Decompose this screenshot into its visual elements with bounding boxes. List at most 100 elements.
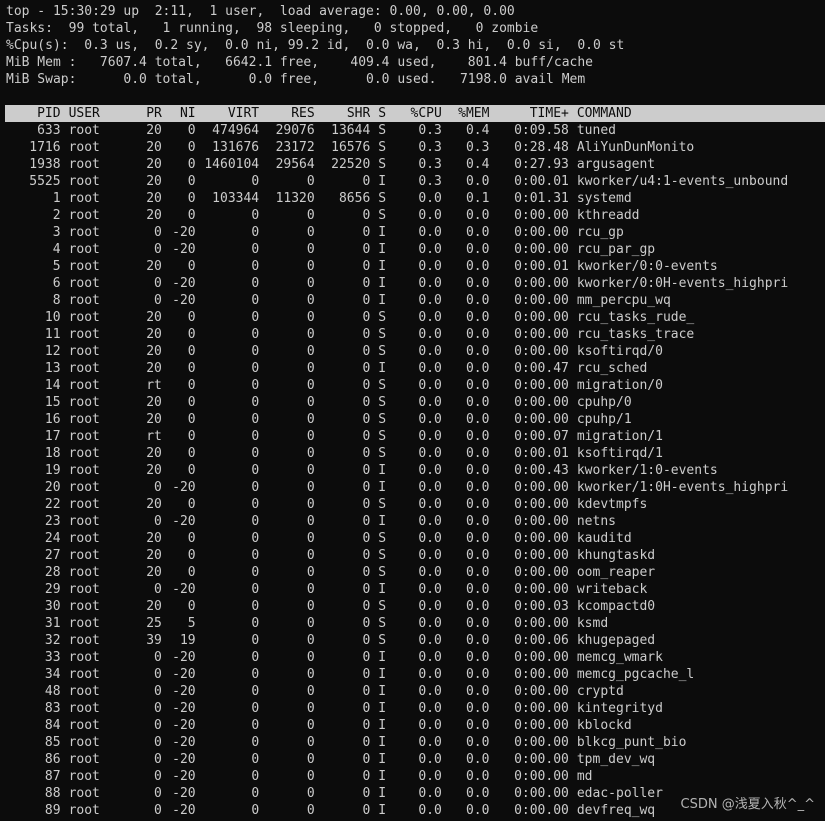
process-user-cell: root bbox=[68, 616, 100, 631]
process-user-cell: root bbox=[68, 463, 100, 478]
process-shr-cell: 0 bbox=[362, 582, 371, 597]
process-ni-cell: -20 bbox=[172, 242, 196, 257]
process-res-cell: 0 bbox=[306, 497, 315, 512]
process-pr-cell: 20 bbox=[146, 344, 162, 359]
process-mem-cell: 0.0 bbox=[465, 684, 490, 699]
process-s-cell: S bbox=[378, 599, 387, 614]
process-s-cell: S bbox=[378, 429, 387, 444]
process-ni-cell: 19 bbox=[179, 633, 196, 648]
process-mem-cell: 0.0 bbox=[465, 803, 490, 818]
process-row: 83 root 0 -20 0 0 0 I 0.0 0.0 0:00.00 kintegrityd bbox=[5, 700, 825, 717]
process-pid-cell: 84 bbox=[44, 718, 61, 733]
process-time-cell: 0:00.43 bbox=[514, 463, 569, 478]
process-mem-cell: 0.0 bbox=[465, 616, 490, 631]
process-time-cell: 0:00.47 bbox=[514, 361, 569, 376]
process-pid-cell: 20 bbox=[44, 480, 61, 495]
process-user-cell: root bbox=[68, 718, 100, 733]
process-user-cell: root bbox=[68, 565, 100, 580]
process-s-cell: I bbox=[378, 293, 387, 308]
process-time-cell: 0:00.00 bbox=[514, 293, 569, 308]
process-mem-cell: 0.3 bbox=[465, 140, 490, 155]
process-ni-cell: 0 bbox=[187, 123, 196, 138]
process-ni-cell: -20 bbox=[172, 786, 196, 801]
process-time-cell: 0:00.00 bbox=[514, 667, 569, 682]
process-mem-cell: 0.0 bbox=[465, 735, 490, 750]
process-command-cell: rcu_gp bbox=[576, 225, 624, 240]
process-time-cell: 0:00.00 bbox=[514, 803, 569, 818]
process-shr-cell: 8656 bbox=[338, 191, 371, 206]
process-res-cell: 0 bbox=[306, 667, 315, 682]
process-ni-cell: -20 bbox=[172, 735, 196, 750]
process-pr-cell: 0 bbox=[154, 701, 162, 716]
process-pr-cell: 20 bbox=[146, 208, 162, 223]
process-mem-cell: 0.0 bbox=[465, 582, 490, 597]
process-user-cell: root bbox=[68, 684, 100, 699]
process-time-cell: 0:00.00 bbox=[514, 276, 569, 291]
process-pid-cell: 19 bbox=[44, 463, 61, 478]
process-s-cell: S bbox=[378, 191, 387, 206]
summary-mem-line: MiB Mem : 7607.4 total, 6642.1 free, 409… bbox=[6, 55, 593, 70]
process-time-cell: 0:00.01 bbox=[514, 446, 569, 461]
process-mem-cell: 0.0 bbox=[465, 429, 490, 444]
process-user-cell: root bbox=[68, 378, 100, 393]
process-virt-cell: 0 bbox=[251, 735, 260, 750]
process-s-cell: I bbox=[378, 259, 387, 274]
process-mem-cell: 0.1 bbox=[465, 191, 490, 206]
process-res-cell: 0 bbox=[306, 786, 315, 801]
process-mem-cell: 0.0 bbox=[465, 752, 490, 767]
process-virt-cell: 0 bbox=[251, 395, 260, 410]
terminal-window[interactable]: top - 15:30:29 up 2:11, 1 user, load ave… bbox=[0, 0, 825, 821]
process-virt-cell: 0 bbox=[251, 480, 260, 495]
process-time-cell: 0:00.00 bbox=[514, 327, 569, 342]
process-pr-cell: 0 bbox=[154, 514, 162, 529]
process-mem-cell: 0.0 bbox=[465, 718, 490, 733]
process-user-cell: root bbox=[68, 599, 100, 614]
process-cpu-cell: 0.0 bbox=[418, 565, 442, 580]
process-pid-cell: 1 bbox=[52, 191, 61, 206]
process-user-cell: root bbox=[68, 446, 100, 461]
process-row: 34 root 0 -20 0 0 0 I 0.0 0.0 0:00.00 memcg_pgcache… bbox=[5, 666, 825, 683]
process-virt-cell: 0 bbox=[251, 276, 260, 291]
process-mem-cell: 0.0 bbox=[465, 327, 490, 342]
process-virt-cell: 0 bbox=[251, 446, 260, 461]
process-shr-cell: 0 bbox=[362, 701, 371, 716]
process-virt-cell: 0 bbox=[251, 667, 260, 682]
process-cpu-cell: 0.0 bbox=[418, 735, 442, 750]
process-virt-cell: 0 bbox=[251, 633, 260, 648]
process-user-cell: root bbox=[68, 225, 100, 240]
process-row: 11 root 20 0 0 0 0 S 0.0 0.0 0:00.00 rcu_tasks_trac… bbox=[5, 326, 825, 343]
process-res-cell: 0 bbox=[306, 718, 315, 733]
process-command-cell: cryptd bbox=[576, 684, 624, 699]
process-pid-cell: 633 bbox=[37, 123, 61, 138]
process-s-cell: S bbox=[378, 446, 387, 461]
process-s-cell: S bbox=[378, 140, 387, 155]
process-shr-cell: 0 bbox=[362, 514, 371, 529]
process-command-cell: cpuhp/1 bbox=[576, 412, 632, 427]
process-virt-cell: 0 bbox=[251, 752, 260, 767]
process-shr-cell: 0 bbox=[362, 327, 371, 342]
process-pid-cell: 29 bbox=[44, 582, 61, 597]
process-pid-cell: 5 bbox=[52, 259, 61, 274]
process-command-cell: mm_percpu_wq bbox=[576, 293, 671, 308]
process-pr-cell: 0 bbox=[154, 293, 162, 308]
process-shr-cell: 0 bbox=[362, 463, 371, 478]
process-res-cell: 0 bbox=[306, 480, 315, 495]
process-mem-cell: 0.0 bbox=[465, 259, 490, 274]
process-res-cell: 0 bbox=[306, 293, 315, 308]
process-virt-cell: 0 bbox=[251, 548, 260, 563]
process-mem-cell: 0.0 bbox=[465, 344, 490, 359]
header-res: RES bbox=[291, 106, 315, 121]
process-pr-cell: 0 bbox=[154, 225, 162, 240]
process-pid-cell: 24 bbox=[44, 531, 61, 546]
process-res-cell: 0 bbox=[306, 429, 315, 444]
process-ni-cell: -20 bbox=[172, 752, 196, 767]
process-s-cell: I bbox=[378, 225, 387, 240]
process-virt-cell: 0 bbox=[251, 412, 260, 427]
header-user: USER bbox=[68, 106, 100, 121]
process-s-cell: S bbox=[378, 327, 387, 342]
process-mem-cell: 0.0 bbox=[465, 565, 490, 580]
process-command-cell: kblockd bbox=[576, 718, 632, 733]
process-shr-cell: 0 bbox=[362, 616, 371, 631]
summary-swap-line: MiB Swap: 0.0 total, 0.0 free, 0.0 used.… bbox=[6, 72, 586, 87]
process-virt-cell: 0 bbox=[251, 565, 260, 580]
